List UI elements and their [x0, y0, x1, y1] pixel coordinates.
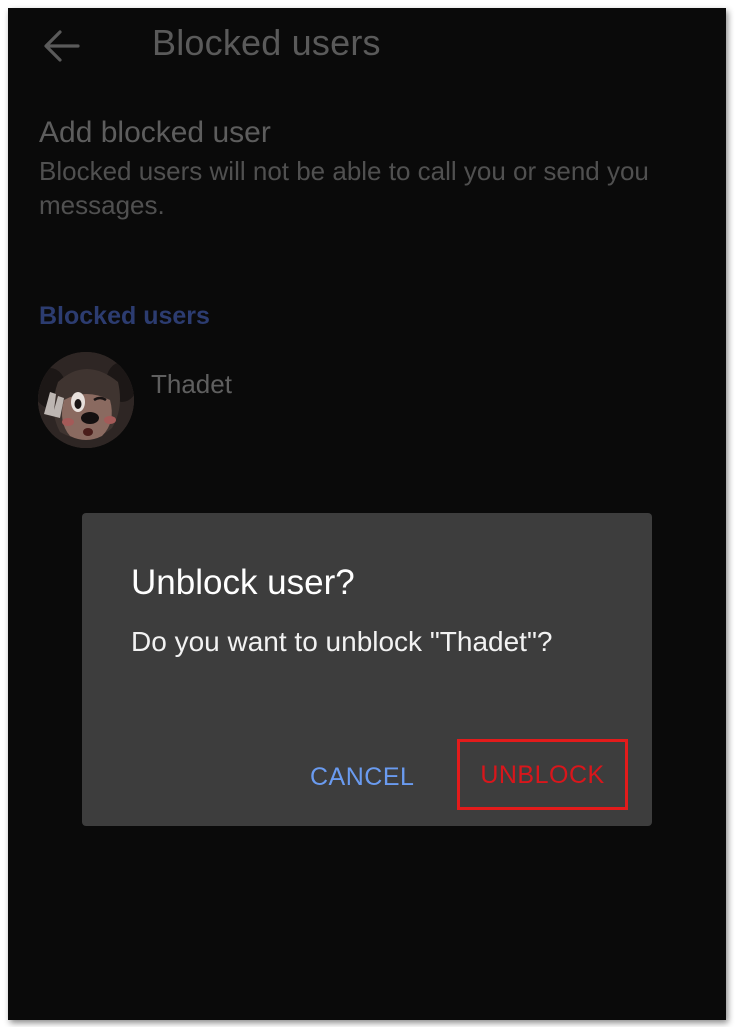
cancel-button[interactable]: CANCEL	[310, 747, 434, 809]
add-blocked-user-item[interactable]: Add blocked user Blocked users will not …	[39, 116, 709, 222]
screen: Blocked users Add blocked user Blocked u…	[8, 8, 726, 1020]
blocked-user-item[interactable]: Thadet	[38, 352, 708, 452]
add-blocked-user-title: Add blocked user	[39, 116, 271, 149]
avatar	[38, 352, 134, 448]
dialog-message: Do you want to unblock "Thadet"?	[131, 626, 553, 657]
blocked-users-section-header: Blocked users	[39, 302, 210, 330]
cartoon-mouse-avatar	[38, 352, 134, 448]
add-blocked-user-subtitle: Blocked users will not be able to call y…	[39, 156, 649, 220]
app-bar: Blocked users	[8, 8, 726, 84]
page-title: Blocked users	[152, 22, 381, 63]
arrow-back-icon	[44, 30, 80, 62]
back-button[interactable]	[38, 22, 86, 70]
unblock-button[interactable]: UNBLOCK	[457, 739, 628, 810]
blocked-user-name: Thadet	[151, 369, 232, 399]
unblock-dialog: Unblock user? Do you want to unblock "Th…	[82, 513, 652, 826]
dialog-title: Unblock user?	[131, 563, 355, 602]
